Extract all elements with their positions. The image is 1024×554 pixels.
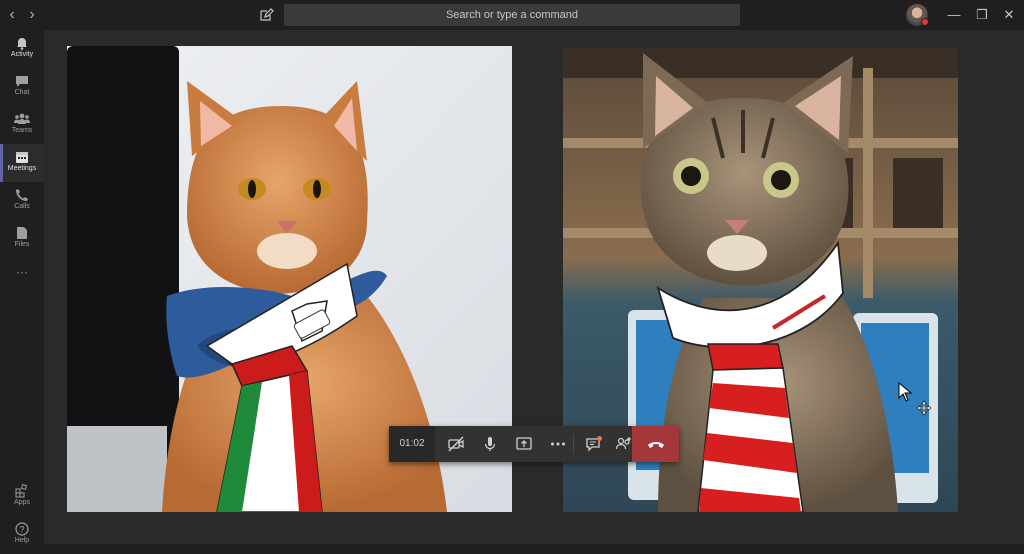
close-button[interactable]: ✕	[1000, 6, 1018, 24]
meeting-controls-bar: 01:02	[389, 426, 679, 462]
rail-item-meetings[interactable]: Meetings	[0, 144, 44, 182]
more-apps-button[interactable]: ···	[0, 262, 44, 282]
restore-button[interactable]: ❐	[973, 6, 991, 24]
forward-button[interactable]: ›	[24, 6, 40, 24]
rail-item-chat[interactable]: Chat	[0, 68, 44, 106]
help-icon: ?	[0, 516, 44, 536]
hang-up-button[interactable]	[632, 426, 679, 462]
rail-label-teams: Teams	[11, 127, 33, 134]
title-bar: ‹ › Search or type a command — ❐ ✕	[0, 0, 1024, 30]
rail-item-activity[interactable]: Activity	[0, 30, 44, 68]
hang-up-icon	[648, 442, 664, 448]
mouse-cursor-icon	[898, 382, 912, 402]
apps-icon	[0, 478, 44, 498]
microphone-toggle-button[interactable]	[473, 426, 507, 462]
rail-label-activity: Activity	[10, 51, 34, 58]
share-screen-icon	[516, 437, 532, 450]
more-icon	[551, 442, 565, 446]
rail-label-apps: Apps	[14, 499, 30, 506]
participants-icon	[615, 437, 631, 450]
back-button[interactable]: ‹	[4, 6, 20, 24]
compose-icon[interactable]	[258, 7, 274, 23]
rail-item-files[interactable]: Files	[0, 220, 44, 258]
more-actions-button[interactable]	[541, 426, 575, 462]
file-icon	[0, 220, 44, 240]
chat-icon	[0, 68, 44, 88]
camera-off-icon	[448, 436, 464, 452]
call-timer: 01:02	[389, 426, 435, 462]
status-busy-icon	[921, 18, 929, 26]
search-input[interactable]: Search or type a command	[284, 4, 740, 26]
rail-label-files: Files	[14, 241, 30, 248]
bell-icon	[0, 30, 44, 50]
controls-divider	[573, 434, 574, 454]
rail-item-calls[interactable]: Calls	[0, 182, 44, 220]
meeting-chat-button[interactable]	[577, 426, 611, 462]
rail-item-apps[interactable]: Apps	[0, 478, 44, 516]
move-icon	[916, 400, 932, 416]
rail-label-chat: Chat	[14, 89, 30, 96]
meeting-stage: 01:02	[44, 30, 1024, 544]
share-screen-button[interactable]	[507, 426, 541, 462]
minimize-button[interactable]: —	[945, 6, 963, 24]
chat-icon	[586, 436, 602, 452]
teams-icon	[0, 106, 44, 126]
rail-label-meetings: Meetings	[7, 165, 37, 172]
phone-icon	[0, 182, 44, 202]
app-bar: Activity Chat Teams Meetings Calls Files…	[0, 30, 44, 544]
rail-label-calls: Calls	[14, 203, 30, 210]
camera-toggle-button[interactable]	[439, 426, 473, 462]
rail-item-help[interactable]: ? Help	[0, 516, 44, 554]
svg-text:?: ?	[19, 525, 24, 535]
microphone-icon	[484, 437, 496, 451]
calendar-icon	[0, 144, 44, 164]
rail-item-teams[interactable]: Teams	[0, 106, 44, 144]
